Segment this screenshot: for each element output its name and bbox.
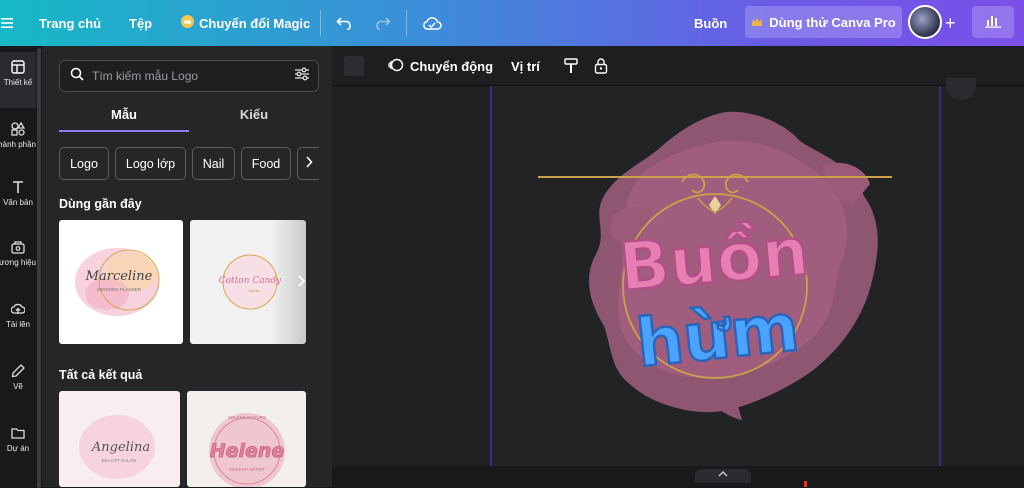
draw-icon — [11, 364, 25, 378]
template-title: Helene — [210, 440, 285, 462]
chevron-right-icon — [296, 275, 306, 292]
rail-item-elements[interactable]: Thành phần — [0, 114, 36, 170]
result-template-angelina[interactable]: Angelina BEAUTY SALON — [59, 391, 180, 487]
rail-label: Vẽ — [13, 382, 23, 391]
crown-icon — [181, 15, 194, 31]
rail-item-text[interactable]: Văn bản — [0, 172, 36, 228]
top-bar: Trang chủ Tệp Chuyển đổi Magic Buồn Dùng… — [0, 0, 1024, 46]
rail-item-design[interactable]: Thiết kế — [0, 52, 36, 108]
chip-nail[interactable]: Nail — [192, 147, 235, 180]
template-title: Angelina — [91, 440, 150, 455]
recent-template-marceline[interactable]: Marceline WEDDING PLANNER — [59, 220, 183, 344]
chip-food[interactable]: Food — [241, 147, 291, 180]
divider — [406, 10, 407, 36]
try-canva-pro-button[interactable]: Dùng thử Canva Pro — [745, 6, 902, 38]
template-subtitle: BEAUTY SALON — [102, 458, 136, 463]
brand-icon — [11, 241, 25, 254]
folder-icon — [11, 428, 25, 439]
animate-label: Chuyển động — [410, 58, 494, 74]
home-menu[interactable]: Trang chủ — [39, 0, 101, 46]
color-swatch[interactable] — [344, 56, 364, 76]
rail-label: Thiết kế — [3, 78, 33, 87]
template-preview: Marceline WEDDING PLANNER — [75, 248, 160, 316]
template-subtitle: WEDDING PLANNER — [97, 287, 142, 292]
filter-icon[interactable] — [294, 67, 310, 86]
rail-label: Thương hiệu — [0, 258, 36, 267]
crown-icon — [751, 15, 763, 30]
text-icon — [13, 181, 23, 193]
chip-logo[interactable]: Logo — [59, 147, 109, 180]
rail-item-projects[interactable]: Dự án — [0, 418, 36, 474]
plus-icon[interactable]: + — [945, 0, 956, 46]
recent-template-cotton-candy[interactable]: Cotton Candy Studio — [190, 220, 306, 344]
template-title: Marceline — [85, 269, 153, 284]
panel-tabs: Mẫu Kiểu — [59, 102, 319, 132]
template-preview: HELENE PAGURS Helene MAKEUP ARTIST — [209, 413, 285, 487]
templates-panel: Tìm kiếm mẫu Logo Mẫu Kiểu Logo Logo lớp… — [42, 46, 368, 487]
search-box[interactable]: Tìm kiếm mẫu Logo — [59, 60, 319, 92]
position-button[interactable]: Vị trí — [511, 46, 540, 86]
chevron-right-icon — [305, 156, 313, 171]
magic-switch-label: Chuyển đổi Magic — [199, 15, 311, 31]
rail-label: Văn bản — [3, 198, 33, 207]
tab-styles[interactable]: Kiểu — [189, 102, 319, 132]
template-title: Cotton Candy — [219, 276, 282, 286]
search-input[interactable]: Tìm kiếm mẫu Logo — [92, 69, 294, 83]
template-preview: Cotton Candy Studio — [219, 254, 282, 310]
chevron-up-icon — [718, 470, 728, 480]
editor-toolbar: Chuyển động Vị trí — [332, 46, 1024, 86]
left-rail: Thiết kế Thành phần Văn bản Thương hiệu … — [0, 46, 36, 487]
stats-button[interactable] — [972, 6, 1014, 38]
result-template-helene[interactable]: HELENE PAGURS Helene MAKEUP ARTIST — [187, 391, 306, 487]
recent-next-button[interactable] — [296, 274, 306, 293]
hamburger-icon[interactable] — [0, 0, 14, 46]
logo-artwork[interactable]: Buồn hừm — [492, 86, 943, 466]
rail-label: Dự án — [6, 444, 30, 453]
template-preview: Angelina BEAUTY SALON — [79, 415, 155, 479]
design-page[interactable]: Buồn hừm — [490, 78, 976, 466]
search-icon — [70, 67, 84, 86]
layout-icon — [11, 60, 25, 74]
lock-icon[interactable] — [594, 46, 608, 86]
pages-toggle-button[interactable] — [695, 469, 751, 483]
cloud-save-icon[interactable] — [422, 0, 442, 46]
chips-next-button[interactable] — [297, 147, 319, 180]
try-pro-label: Dùng thử Canva Pro — [769, 14, 896, 30]
animate-icon — [388, 57, 404, 76]
template-subtitle: MAKEUP ARTIST — [229, 467, 265, 472]
scroll-thumb[interactable] — [37, 48, 41, 488]
shapes-icon — [11, 122, 25, 136]
rail-label: Tải lên — [5, 320, 30, 329]
document-title[interactable]: Buồn — [694, 0, 727, 46]
recent-section-title: Dùng gần đây — [59, 197, 142, 211]
results-section-title: Tất cả kết quả — [59, 368, 143, 382]
upload-icon — [11, 303, 25, 314]
animate-button[interactable]: Chuyển động — [388, 46, 493, 86]
chip-logo-layer[interactable]: Logo lớp — [115, 147, 186, 180]
undo-icon[interactable] — [336, 0, 353, 46]
template-top-text: HELENE PAGURS — [228, 415, 266, 420]
bottom-bar — [332, 466, 1024, 487]
avatar[interactable] — [908, 5, 942, 39]
template-subtitle: Studio — [248, 288, 260, 293]
divider — [320, 10, 321, 36]
paint-roller-icon[interactable] — [564, 46, 578, 86]
redo-icon[interactable] — [374, 0, 391, 46]
file-menu[interactable]: Tệp — [129, 0, 152, 46]
timeline-marker — [804, 481, 807, 487]
rail-item-brand[interactable]: Thương hiệu — [0, 232, 36, 288]
rail-item-uploads[interactable]: Tải lên — [0, 294, 36, 350]
rail-item-draw[interactable]: Vẽ — [0, 356, 36, 412]
bar-chart-icon — [985, 14, 1001, 31]
tab-templates[interactable]: Mẫu — [59, 102, 189, 132]
magic-switch-menu[interactable]: Chuyển đổi Magic — [181, 0, 310, 46]
rail-label: Thành phần — [0, 140, 36, 149]
